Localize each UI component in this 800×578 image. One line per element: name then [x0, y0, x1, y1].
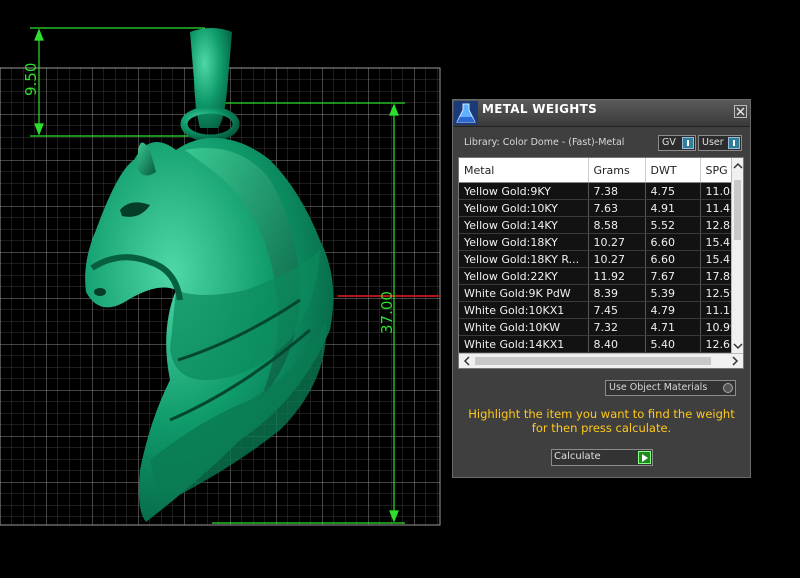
scroll-up-icon[interactable]	[733, 161, 743, 171]
user-dropdown[interactable]: User	[698, 135, 742, 151]
table-row[interactable]: White Gold:9K PdW8.395.3912.59	[459, 284, 733, 302]
cell-grams: 10.27	[588, 233, 646, 251]
table-row[interactable]: Yellow Gold:10KY7.634.9111.45	[459, 199, 733, 217]
table-row[interactable]: White Gold:14KX18.405.4012.61	[459, 335, 733, 353]
cell-grams: 8.40	[588, 335, 646, 353]
cell-grams: 8.58	[588, 216, 646, 234]
cell-dwt: 5.52	[645, 216, 701, 234]
scroll-left-icon[interactable]	[462, 356, 472, 366]
cell-dwt: 6.60	[645, 250, 701, 268]
calculate-label: Calculate	[554, 451, 601, 462]
cell-dwt: 7.67	[645, 267, 701, 285]
dimension-main-label: 37.00	[378, 291, 396, 334]
calculate-button[interactable]: Calculate	[551, 449, 653, 466]
horizontal-scroll-thumb[interactable]	[475, 357, 711, 365]
cell-metal: White Gold:14KX1	[459, 335, 589, 353]
close-icon	[736, 107, 745, 116]
cell-metal: Yellow Gold:9KY	[459, 182, 589, 200]
cell-dwt: 4.79	[645, 301, 701, 319]
table-row[interactable]: Yellow Gold:14KY8.585.5212.88	[459, 216, 733, 234]
gv-dropdown[interactable]: GV	[658, 135, 696, 151]
cell-dwt: 4.71	[645, 318, 701, 336]
cell-spg: 12.61	[700, 335, 733, 353]
cell-dwt: 5.39	[645, 284, 701, 302]
cell-metal: Yellow Gold:22KY	[459, 267, 589, 285]
cell-metal: White Gold:9K PdW	[459, 284, 589, 302]
dimension-top-label: 9.50	[22, 63, 40, 96]
cell-dwt: 4.91	[645, 199, 701, 217]
panel-title: METAL WEIGHTS	[482, 102, 598, 116]
cell-dwt: 5.40	[645, 335, 701, 353]
close-button[interactable]	[734, 105, 747, 118]
cell-grams: 7.45	[588, 301, 646, 319]
column-header-grams[interactable]: Grams	[588, 158, 646, 183]
radio-icon[interactable]	[723, 383, 733, 393]
cell-spg: 15.41	[700, 233, 733, 251]
cell-grams: 7.38	[588, 182, 646, 200]
cell-grams: 10.27	[588, 250, 646, 268]
column-header-spg[interactable]: SPG	[700, 158, 733, 183]
instructions-line-1: Highlight the item you want to find the …	[468, 407, 735, 421]
table-row[interactable]: Yellow Gold:18KY10.276.6015.41	[459, 233, 733, 251]
instructions-line-2: for then press calculate.	[531, 421, 672, 435]
table-row[interactable]: Yellow Gold:9KY7.384.7511.08	[459, 182, 733, 200]
cell-spg: 17.89	[700, 267, 733, 285]
table-row[interactable]: Yellow Gold:18KY R...10.276.6015.41	[459, 250, 733, 268]
table-row[interactable]: White Gold:10KX17.454.7911.18	[459, 301, 733, 319]
cell-spg: 15.41	[700, 250, 733, 268]
metal-weights-panel: METAL WEIGHTS Library: Color Dome - (Fas…	[452, 99, 751, 478]
library-label: Library: Color Dome - (Fast)-Metal	[464, 137, 625, 148]
cell-spg: 11.08	[700, 182, 733, 200]
table-row[interactable]: White Gold:10KW7.324.7110.99	[459, 318, 733, 336]
metal-table[interactable]: Metal Grams DWT SPG Yellow Gold:9KY 7.38 4…	[458, 157, 744, 369]
cell-metal: White Gold:10KX1	[459, 301, 589, 319]
flask-logo-icon	[454, 101, 478, 125]
vertical-scrollbar[interactable]	[731, 158, 743, 354]
column-header-metal[interactable]: Metal	[459, 158, 589, 183]
instructions-text: Highlight the item you want to find the …	[453, 407, 750, 435]
play-icon[interactable]	[638, 451, 651, 464]
cell-spg: 10.99	[700, 318, 733, 336]
cell-spg: 11.18	[700, 301, 733, 319]
table-header: Metal Grams DWT SPG	[459, 158, 733, 183]
user-label: User	[702, 137, 724, 148]
cell-metal: Yellow Gold:10KY	[459, 199, 589, 217]
cell-metal: White Gold:10KW	[459, 318, 589, 336]
cell-grams: 8.39	[588, 284, 646, 302]
use-object-materials-toggle[interactable]: Use Object Materials	[605, 380, 736, 396]
cell-spg: 11.45	[700, 199, 733, 217]
panel-header: METAL WEIGHTS	[453, 100, 750, 127]
cell-grams: 7.63	[588, 199, 646, 217]
gv-label: GV	[662, 137, 676, 148]
column-header-dwt[interactable]: DWT	[645, 158, 701, 183]
use-object-materials-label: Use Object Materials	[609, 382, 708, 393]
cell-dwt: 6.60	[645, 233, 701, 251]
scroll-right-icon[interactable]	[730, 356, 740, 366]
cell-dwt: 4.75	[645, 182, 701, 200]
cell-metal: Yellow Gold:18KY R...	[459, 250, 589, 268]
cell-metal: Yellow Gold:14KY	[459, 216, 589, 234]
gv-info-icon[interactable]	[682, 137, 694, 149]
cell-metal: Yellow Gold:18KY	[459, 233, 589, 251]
table-row[interactable]: Yellow Gold:22KY11.927.6717.89	[459, 267, 733, 285]
cell-spg: 12.88	[700, 216, 733, 234]
horizontal-scrollbar[interactable]	[459, 353, 743, 368]
scroll-down-icon[interactable]	[733, 341, 743, 351]
cell-spg: 12.59	[700, 284, 733, 302]
user-info-icon[interactable]	[728, 137, 740, 149]
cell-grams: 11.92	[588, 267, 646, 285]
cell-grams: 7.32	[588, 318, 646, 336]
vertical-scroll-thumb[interactable]	[734, 180, 741, 240]
